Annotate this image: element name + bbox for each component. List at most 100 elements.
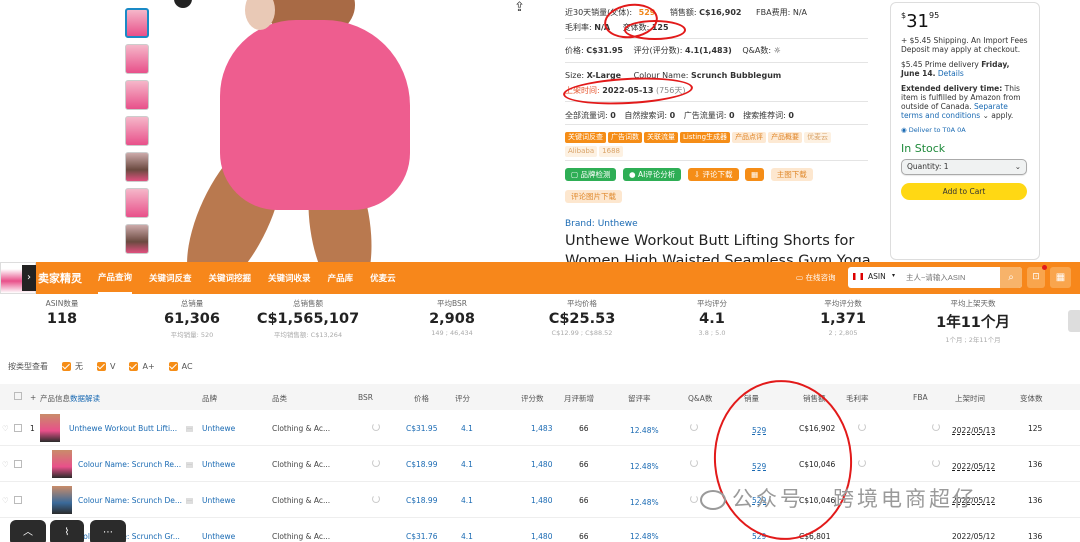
filter-label: 按类型查看: [8, 362, 48, 371]
table-row[interactable]: Colour Name: Scrunch Gr... Unthewe Cloth…: [0, 518, 1080, 542]
col-fba[interactable]: FBA: [913, 393, 928, 402]
shipping-text: + $5.45 Shipping. An Import Fees Deposit…: [901, 36, 1028, 54]
col-review-rate[interactable]: 留评率: [628, 393, 651, 404]
product-name[interactable]: Unthewe Workout Butt Lifti...: [69, 424, 177, 433]
thumbnail[interactable]: [125, 44, 149, 74]
tag-alibaba[interactable]: Alibaba: [565, 146, 598, 157]
tag-listing-generator[interactable]: Listing生成器: [680, 132, 731, 143]
stat-avg-price: 平均价格 C$25.53 C$12.99 ; C$88.52: [522, 298, 642, 337]
buy-box: $3195 + $5.45 Shipping. An Import Fees D…: [890, 2, 1040, 260]
tag-ad-words[interactable]: 广告词数: [608, 132, 642, 143]
heart-icon[interactable]: ♡: [2, 496, 9, 505]
search-input[interactable]: [906, 270, 996, 284]
col-qa[interactable]: Q&A数: [688, 393, 712, 404]
scroll-up-button[interactable]: ︿: [10, 520, 46, 542]
col-bsr[interactable]: BSR: [358, 393, 373, 402]
tag-1688[interactable]: 1688: [599, 146, 623, 157]
thumbnail[interactable]: [125, 8, 149, 38]
filter-checkbox[interactable]: [168, 362, 178, 371]
side-tab[interactable]: [1068, 310, 1080, 332]
tag-youmaiyun[interactable]: 优麦云: [804, 132, 832, 143]
thumbnail[interactable]: [125, 80, 149, 110]
grid-icon[interactable]: ▦: [1050, 267, 1071, 288]
col-rating-count[interactable]: 评分数: [521, 393, 544, 404]
brand-cell[interactable]: Unthewe: [202, 460, 235, 469]
heart-icon[interactable]: ♡: [2, 460, 9, 469]
main-image-download-button[interactable]: 主图下载: [770, 168, 813, 182]
copy-icon[interactable]: ▤: [186, 424, 193, 433]
nav-product-query[interactable]: 产品查询: [98, 262, 133, 294]
product-name[interactable]: Colour Name: Scrunch De...: [78, 496, 182, 505]
stat-label: 平均评分数: [824, 299, 862, 308]
col-variants[interactable]: 变体数: [1020, 393, 1043, 404]
cart-icon[interactable]: ⊡: [1027, 265, 1047, 288]
traffic-label: 自然搜索词:: [624, 111, 668, 120]
product-thumbnail[interactable]: [52, 450, 72, 478]
col-price[interactable]: 价格: [414, 393, 429, 404]
traffic-value: 0: [729, 111, 735, 120]
product-main-image[interactable]: [160, 0, 530, 262]
share-icon[interactable]: ⇪: [514, 0, 525, 15]
brand-link[interactable]: Brand: Unthewe: [565, 219, 638, 229]
filter-checkbox[interactable]: [97, 362, 106, 371]
review-image-download-button[interactable]: 评论图片下载: [565, 190, 622, 204]
tag-keyword-reverse[interactable]: 关键词反查: [565, 132, 606, 143]
details-link[interactable]: Details: [938, 69, 964, 78]
nav-product-library[interactable]: 产品库: [328, 263, 354, 293]
video-thumbnail[interactable]: [125, 224, 149, 254]
thumbnail[interactable]: [125, 116, 149, 146]
tag-product-summary[interactable]: 产品概要: [768, 132, 803, 143]
col-monthly-new[interactable]: 月评新增: [564, 393, 594, 404]
date-cell: 2022/05/12: [952, 532, 996, 541]
product-thumbnail[interactable]: [40, 414, 60, 442]
nav-keyword-mining[interactable]: 关键词挖掘: [209, 263, 252, 293]
row-checkbox[interactable]: [14, 460, 22, 468]
more-icon[interactable]: ⋯: [90, 520, 126, 542]
add-to-cart-button[interactable]: Add to Cart: [901, 183, 1027, 200]
thumbnail[interactable]: [125, 152, 149, 182]
table-row[interactable]: ♡ Colour Name: Scrunch Re... ▤ Unthewe C…: [0, 446, 1080, 482]
nav-youmaiyun[interactable]: 优麦云: [370, 263, 396, 293]
calendar-button[interactable]: ▦: [745, 168, 765, 182]
brand-cell[interactable]: Unthewe: [202, 496, 235, 505]
quantity-select[interactable]: Quantity: 1 ⌄: [901, 159, 1027, 175]
review-download-label: 评论下载: [702, 170, 733, 179]
stat-sub: C$12.99 ; C$88.52: [551, 329, 613, 337]
chart-icon[interactable]: ⌇: [50, 520, 84, 542]
prime-text: $5.45 Prime delivery: [901, 60, 982, 69]
select-all-checkbox[interactable]: [14, 392, 22, 400]
product-name[interactable]: Colour Name: Scrunch Re...: [78, 460, 181, 469]
col-rating[interactable]: 评分: [455, 393, 470, 404]
table-row[interactable]: ♡ 1 Unthewe Workout Butt Lifti... ▤ Unth…: [0, 410, 1080, 446]
search-icon[interactable]: ⌕: [1000, 267, 1022, 288]
product-thumbnail[interactable]: [52, 486, 72, 514]
row-checkbox[interactable]: [14, 496, 22, 504]
copy-icon[interactable]: ▤: [186, 496, 193, 505]
collapse-arrow-icon[interactable]: ›: [22, 265, 36, 291]
nav-keyword-reverse[interactable]: 关键词反查: [149, 263, 192, 293]
row-checkbox[interactable]: [14, 424, 22, 432]
online-consult[interactable]: ▭ 在线咨询: [796, 272, 835, 283]
copy-icon[interactable]: ▤: [186, 460, 193, 469]
col-data-interpret[interactable]: 数据解读: [70, 393, 100, 404]
ai-review-button[interactable]: ● AI评论分析: [623, 168, 682, 182]
review-download-button[interactable]: ⇩ 评论下载: [687, 168, 739, 182]
heart-icon[interactable]: ♡: [2, 424, 9, 433]
brand-cell[interactable]: Unthewe: [202, 424, 235, 433]
brand-check-button[interactable]: ▢ 品牌检测: [565, 168, 617, 182]
category-cell: Clothing & Ac...: [272, 424, 331, 433]
thumbnail[interactable]: [125, 188, 149, 218]
filter-checkbox[interactable]: [62, 362, 71, 371]
tag-product-review[interactable]: 产品点评: [732, 132, 767, 143]
deliver-to[interactable]: ◉ Deliver to T0A 0A: [901, 126, 1029, 134]
brand-cell[interactable]: Unthewe: [202, 532, 235, 541]
col-listed-date[interactable]: 上架时间: [955, 393, 985, 404]
col-margin[interactable]: 毛利率: [846, 393, 869, 404]
tag-related-traffic[interactable]: 关联流量: [644, 132, 678, 143]
market-select[interactable]: ASIN: [868, 272, 886, 281]
traffic-label: 广告流量词:: [683, 111, 727, 120]
expand-icon[interactable]: +: [30, 393, 36, 402]
stat-sub: 3.8 ; 5.0: [698, 329, 726, 337]
nav-keyword-index[interactable]: 关键词收录: [268, 263, 311, 293]
filter-checkbox[interactable]: [129, 362, 139, 371]
